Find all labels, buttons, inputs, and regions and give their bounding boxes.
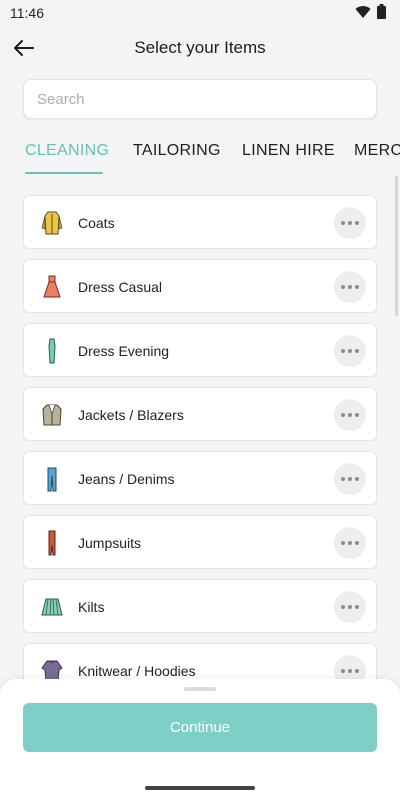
dress-casual-icon — [43, 275, 61, 298]
coat-icon — [41, 211, 63, 235]
more-dots-icon — [341, 541, 359, 545]
wifi-icon — [355, 5, 371, 18]
tab-merch[interactable]: MERCH — [354, 142, 400, 160]
item-label: Jackets / Blazers — [78, 407, 184, 423]
more-options-button[interactable] — [334, 463, 366, 495]
more-options-button[interactable] — [334, 527, 366, 559]
tab-tailoring[interactable]: TAILORING — [133, 142, 221, 160]
status-bar: 11:46 — [0, 0, 400, 26]
list-item-jeans-denims[interactable]: Jeans / Denims — [23, 451, 377, 505]
list-item-dress-casual[interactable]: Dress Casual — [23, 259, 377, 313]
more-dots-icon — [341, 285, 359, 289]
dress-evening-icon — [48, 338, 56, 364]
sheet-drag-handle[interactable] — [184, 687, 216, 691]
item-label: Kilts — [78, 599, 105, 615]
list-item-jackets-blazers[interactable]: Jackets / Blazers — [23, 387, 377, 441]
kilt-icon — [41, 598, 63, 616]
continue-button[interactable]: Continue — [23, 703, 377, 752]
battery-icon — [377, 4, 386, 19]
header: Select your Items — [0, 28, 400, 68]
more-dots-icon — [341, 669, 359, 673]
more-options-button[interactable] — [334, 591, 366, 623]
status-time: 11:46 — [10, 5, 44, 21]
more-dots-icon — [341, 413, 359, 417]
jumpsuit-icon — [48, 530, 56, 556]
item-label: Dress Casual — [78, 279, 163, 295]
more-options-button[interactable] — [334, 335, 366, 367]
item-label: Coats — [78, 215, 115, 231]
page-title: Select your Items — [134, 38, 266, 57]
bottom-sheet: Continue — [0, 679, 400, 800]
list-item-jumpsuits[interactable]: Jumpsuits — [23, 515, 377, 569]
blazer-icon — [42, 404, 62, 426]
item-label: Knitwear / Hoodies — [78, 663, 196, 679]
search-box[interactable] — [23, 79, 377, 119]
active-tab-indicator — [25, 172, 103, 174]
more-options-button[interactable] — [334, 399, 366, 431]
tab-linen-hire[interactable]: LINEN HIRE — [242, 142, 335, 160]
tab-cleaning[interactable]: CLEANING — [25, 142, 109, 160]
home-indicator[interactable] — [145, 786, 255, 790]
item-label: Dress Evening — [78, 343, 170, 359]
more-dots-icon — [341, 605, 359, 609]
item-label: Jeans / Denims — [78, 471, 175, 487]
scrollbar[interactable] — [395, 176, 398, 316]
item-label: Jumpsuits — [78, 535, 142, 551]
more-dots-icon — [341, 349, 359, 353]
jeans-icon — [47, 467, 57, 492]
more-dots-icon — [341, 477, 359, 481]
list-item-kilts[interactable]: Kilts — [23, 579, 377, 633]
more-dots-icon — [341, 221, 359, 225]
list-item-dress-evening[interactable]: Dress Evening — [23, 323, 377, 377]
more-options-button[interactable] — [334, 207, 366, 239]
category-tabs: CLEANING TAILORING LINEN HIRE MERCH — [0, 136, 400, 176]
more-options-button[interactable] — [334, 271, 366, 303]
search-input[interactable] — [24, 80, 376, 118]
list-item-coats[interactable]: Coats — [23, 195, 377, 249]
